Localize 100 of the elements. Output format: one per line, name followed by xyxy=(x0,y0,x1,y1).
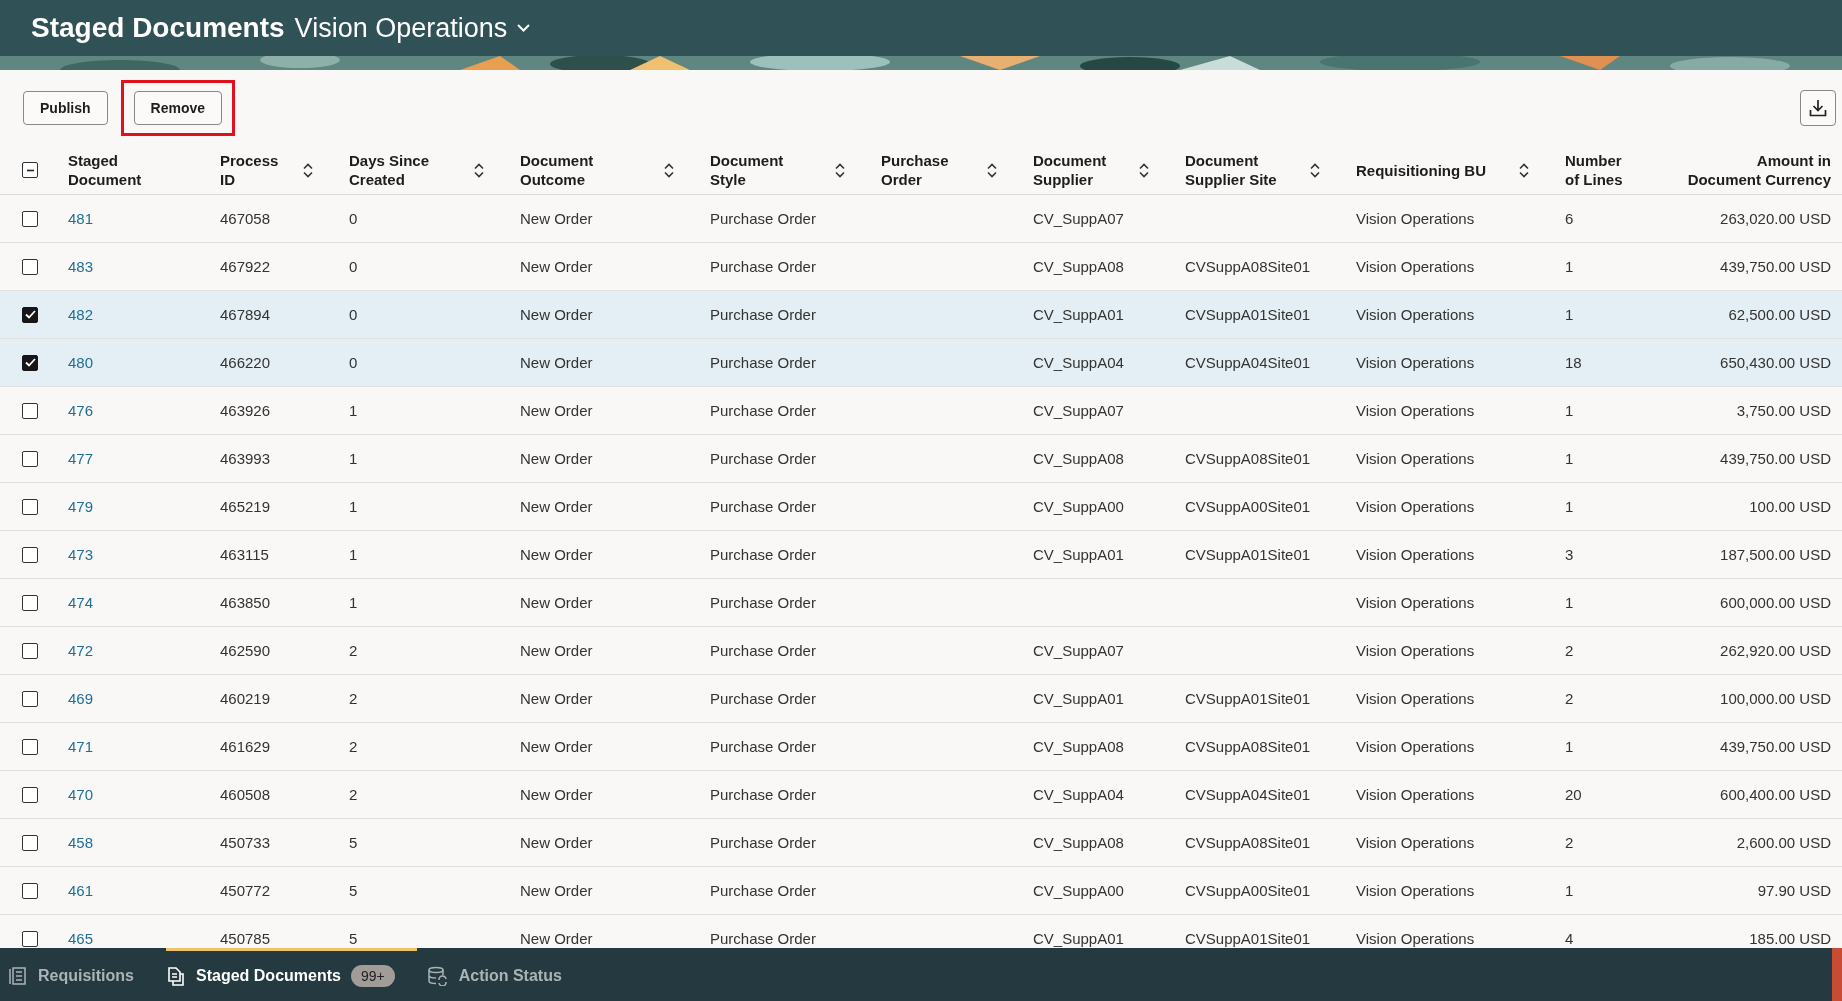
row-checkbox[interactable] xyxy=(22,834,38,851)
document-link[interactable]: 474 xyxy=(68,594,94,611)
document-link[interactable]: 480 xyxy=(68,354,94,371)
table-row[interactable]: 477 463993 1 New Order Purchase Order CV_SuppA08 CVSuppA08Site01 Vision Operations 1 439,750.00 USD xyxy=(0,435,1842,483)
table-row[interactable]: 458 450733 5 New Order Purchase Order CV_SuppA08 CVSuppA08Site01 Vision Operations 2 2,600.00 USD xyxy=(0,819,1842,867)
row-checkbox[interactable] xyxy=(22,930,38,947)
document-link[interactable]: 476 xyxy=(68,402,94,419)
document-link[interactable]: 470 xyxy=(68,786,94,803)
table-cell: New Order xyxy=(520,354,593,371)
toolbar-button[interactable]: Remove xyxy=(133,91,223,125)
sort-icon[interactable] xyxy=(1519,162,1529,178)
table-row[interactable]: 481 467058 0 New Order Purchase Order CV_SuppA07 Vision Operations 6 263,020.00 USD xyxy=(0,195,1842,243)
table-cell: CVSuppA08Site01 xyxy=(1185,738,1311,755)
table-cell: 460508 xyxy=(220,786,271,803)
table-row[interactable]: 461 450772 5 New Order Purchase Order CV_SuppA00 CVSuppA00Site01 Vision Operations 1 97.90 USD xyxy=(0,867,1842,915)
column-header[interactable]: Purchase Order xyxy=(881,151,956,189)
document-link[interactable]: 471 xyxy=(68,738,94,755)
toolbar-button[interactable]: Publish xyxy=(23,91,108,125)
amount-cell: 600,000.00 USD xyxy=(1720,594,1831,611)
nav-tab[interactable]: Staged Documents 99+ xyxy=(166,948,417,1001)
table-cell: Purchase Order xyxy=(710,834,816,851)
sort-icon[interactable] xyxy=(1310,162,1320,178)
document-link[interactable]: 483 xyxy=(68,258,94,275)
column-header[interactable]: Requisitioning BU xyxy=(1356,160,1486,180)
table-cell: Purchase Order xyxy=(710,306,816,323)
row-checkbox[interactable] xyxy=(22,642,38,659)
column-header[interactable]: Staged Document xyxy=(68,151,148,189)
row-checkbox[interactable] xyxy=(22,306,38,323)
nav-tab[interactable]: Requisitions xyxy=(8,948,156,1001)
table-cell: 18 xyxy=(1565,354,1582,371)
table-cell: Vision Operations xyxy=(1356,738,1475,755)
table-row[interactable]: 472 462590 2 New Order Purchase Order CV_SuppA07 Vision Operations 2 262,920.00 USD xyxy=(0,627,1842,675)
document-link[interactable]: 461 xyxy=(68,882,94,899)
row-checkbox[interactable] xyxy=(22,882,38,899)
document-link[interactable]: 472 xyxy=(68,642,94,659)
table-row[interactable]: 470 460508 2 New Order Purchase Order CV_SuppA04 CVSuppA04Site01 Vision Operations 20 600,400.00 USD xyxy=(0,771,1842,819)
table-row[interactable]: 469 460219 2 New Order Purchase Order CV_SuppA01 CVSuppA01Site01 Vision Operations 2 100,000.00 USD xyxy=(0,675,1842,723)
document-link[interactable]: 477 xyxy=(68,450,94,467)
row-checkbox[interactable] xyxy=(22,354,38,371)
table-cell: 2 xyxy=(349,738,358,755)
row-checkbox[interactable] xyxy=(22,786,38,803)
column-header[interactable]: Document Supplier xyxy=(1033,151,1118,189)
sort-icon[interactable] xyxy=(1139,162,1149,178)
download-button[interactable] xyxy=(1800,90,1836,126)
table-cell: 461629 xyxy=(220,738,271,755)
document-link[interactable]: 481 xyxy=(68,210,94,227)
row-checkbox[interactable] xyxy=(22,402,38,419)
row-checkbox[interactable] xyxy=(22,738,38,755)
column-header[interactable]: Number of Lines xyxy=(1565,151,1639,189)
table-cell: New Order xyxy=(520,450,593,467)
business-unit-selector[interactable]: Vision Operations xyxy=(294,12,531,44)
column-header[interactable]: Process ID xyxy=(220,151,280,189)
table-cell: 460219 xyxy=(220,690,271,707)
document-link[interactable]: 458 xyxy=(68,834,94,851)
row-checkbox[interactable] xyxy=(22,546,38,563)
sort-icon[interactable] xyxy=(664,162,674,178)
row-checkbox[interactable] xyxy=(22,690,38,707)
column-header[interactable]: Document Style xyxy=(710,151,785,189)
table-cell: Purchase Order xyxy=(710,594,816,611)
row-checkbox[interactable] xyxy=(22,594,38,611)
nav-tab[interactable]: Action Status xyxy=(426,948,584,1001)
column-header[interactable]: Amount in Document Currency xyxy=(1681,151,1831,189)
sort-icon[interactable] xyxy=(474,162,484,178)
table-cell: 467922 xyxy=(220,258,271,275)
row-checkbox[interactable] xyxy=(22,258,38,275)
document-link[interactable]: 482 xyxy=(68,306,94,323)
documents-icon xyxy=(166,966,186,986)
amount-cell: 600,400.00 USD xyxy=(1720,786,1831,803)
table-cell: CV_SuppA08 xyxy=(1033,834,1124,851)
document-link[interactable]: 469 xyxy=(68,690,94,707)
row-checkbox[interactable] xyxy=(22,450,38,467)
document-link[interactable]: 479 xyxy=(68,498,94,515)
amount-cell: 187,500.00 USD xyxy=(1720,546,1831,563)
column-header[interactable]: Document Outcome xyxy=(520,151,615,189)
count-badge: 99+ xyxy=(350,965,395,987)
table-cell: 450733 xyxy=(220,834,271,851)
table-cell: Vision Operations xyxy=(1356,834,1475,851)
table-cell: Vision Operations xyxy=(1356,306,1475,323)
document-link[interactable]: 465 xyxy=(68,930,94,947)
table-row[interactable]: 480 466220 0 New Order Purchase Order CV_SuppA04 CVSuppA04Site01 Vision Operations 18 650,430.00 USD xyxy=(0,339,1842,387)
row-checkbox[interactable] xyxy=(22,498,38,515)
amount-cell: 3,750.00 USD xyxy=(1736,402,1831,419)
select-all-checkbox[interactable] xyxy=(22,162,38,178)
column-header[interactable]: Document Supplier Site xyxy=(1185,151,1295,189)
table-cell: CVSuppA00Site01 xyxy=(1185,498,1311,515)
table-cell: 6 xyxy=(1565,210,1574,227)
table-row[interactable]: 473 463115 1 New Order Purchase Order CV_SuppA01 CVSuppA01Site01 Vision Operations 3 187,500.00 USD xyxy=(0,531,1842,579)
table-cell: Vision Operations xyxy=(1356,210,1475,227)
sort-icon[interactable] xyxy=(835,162,845,178)
column-header[interactable]: Days Since Created xyxy=(349,151,444,189)
document-link[interactable]: 473 xyxy=(68,546,94,563)
table-row[interactable]: 476 463926 1 New Order Purchase Order CV_SuppA07 Vision Operations 1 3,750.00 USD xyxy=(0,387,1842,435)
table-row[interactable]: 474 463850 1 New Order Purchase Order Vision Operations 1 600,000.00 USD xyxy=(0,579,1842,627)
sort-icon[interactable] xyxy=(987,162,997,178)
table-row[interactable]: 482 467894 0 New Order Purchase Order CV_SuppA01 CVSuppA01Site01 Vision Operations 1 62,500.00 USD xyxy=(0,291,1842,339)
table-row[interactable]: 471 461629 2 New Order Purchase Order CV_SuppA08 CVSuppA08Site01 Vision Operations 1 439,750.00 USD xyxy=(0,723,1842,771)
row-checkbox[interactable] xyxy=(22,210,38,227)
sort-icon[interactable] xyxy=(303,162,313,178)
table-row[interactable]: 479 465219 1 New Order Purchase Order CV_SuppA00 CVSuppA00Site01 Vision Operations 1 100.00 USD xyxy=(0,483,1842,531)
table-cell: CVSuppA01Site01 xyxy=(1185,546,1311,563)
